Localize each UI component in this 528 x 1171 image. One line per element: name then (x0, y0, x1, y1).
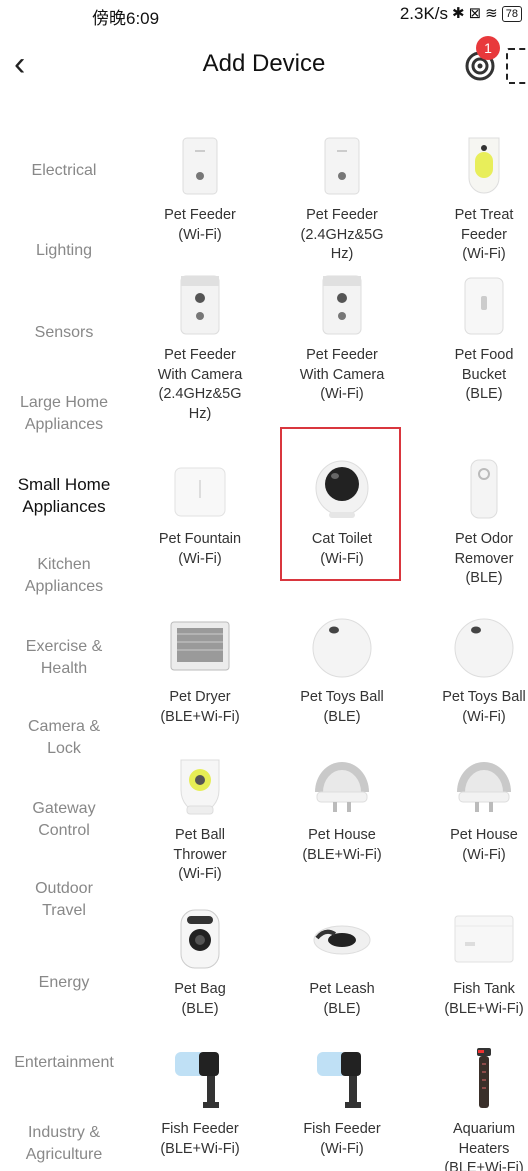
odor-remover-icon (449, 454, 519, 524)
toy-ball-icon (449, 612, 519, 682)
sidebar-item[interactable]: Small Home Appliances (0, 474, 128, 518)
device-label: Pet Treat Feeder (Wi-Fi) (454, 207, 514, 262)
sidebar-item[interactable]: Gateway Control (0, 798, 128, 842)
pet-treat-feeder-icon (449, 130, 519, 200)
battery-icon: 78 (501, 6, 522, 22)
pet-dryer-icon (165, 612, 235, 682)
sidebar-item[interactable]: Large Home Appliances (0, 392, 128, 436)
aquarium-heater-icon (449, 1044, 519, 1114)
device-label: Pet Dryer (BLE+Wi-Fi) (160, 689, 240, 725)
device-card-pet-feeder[interactable]: Pet Feeder (2.4GHz&5G Hz) (272, 130, 412, 265)
status-icons: 2.3K/s ✱ ⊠ ≋ 78 (400, 4, 522, 24)
device-card-pet-house[interactable]: Pet House (Wi-Fi) (414, 750, 528, 865)
device-card-pet-leash[interactable]: Pet Leash (BLE) (272, 904, 412, 1019)
pet-feeder-camera-icon (165, 270, 235, 340)
device-card-pet-feeder-camera[interactable]: Pet Feeder With Camera (Wi-Fi) (272, 270, 412, 405)
device-label: Pet Feeder (2.4GHz&5G Hz) (300, 207, 384, 262)
bluetooth-icon: ✱ (452, 5, 465, 22)
device-label: Fish Tank (BLE+Wi-Fi) (444, 981, 524, 1017)
pet-leash-icon (307, 904, 377, 974)
status-bar: 傍晚6:09 2.3K/s ✱ ⊠ ≋ 78 (0, 0, 528, 30)
fish-feeder-icon (307, 1044, 377, 1114)
sidebar-item[interactable]: Outdoor Travel (0, 878, 128, 922)
device-card-toy-ball[interactable]: Pet Toys Ball (Wi-Fi) (414, 612, 528, 727)
notification-badge: 1 (476, 36, 500, 60)
device-card-fish-tank[interactable]: Fish Tank (BLE+Wi-Fi) (414, 904, 528, 1019)
pet-feeder-camera-icon (307, 270, 377, 340)
pet-feeder-icon (165, 130, 235, 200)
device-card-pet-feeder[interactable]: Pet Feeder (Wi-Fi) (130, 130, 270, 245)
device-label: Pet Fountain (Wi-Fi) (158, 531, 242, 567)
sidebar-item[interactable]: Electrical (0, 160, 128, 182)
device-label: Pet Leash (BLE) (309, 981, 375, 1017)
scan-qr-button[interactable] (506, 48, 528, 84)
sidebar-item[interactable]: Entertainment (0, 1052, 128, 1074)
sidebar-item[interactable]: Kitchen Appliances (0, 554, 128, 598)
header-actions: 1 (462, 36, 528, 84)
fish-tank-icon (449, 904, 519, 974)
device-label: Fish Feeder (BLE+Wi-Fi) (160, 1121, 240, 1157)
device-card-pet-bag[interactable]: Pet Bag (BLE) (130, 904, 270, 1019)
device-label: Pet Food Bucket (BLE) (454, 347, 514, 402)
pet-fountain-icon (165, 454, 235, 524)
device-label: Pet Toys Ball (BLE) (300, 689, 384, 725)
sidebar-item[interactable]: Energy (0, 972, 128, 994)
fish-feeder-icon (165, 1044, 235, 1114)
device-card-pet-dryer[interactable]: Pet Dryer (BLE+Wi-Fi) (130, 612, 270, 727)
sidebar-item[interactable]: Sensors (0, 322, 128, 344)
pet-house-icon (449, 750, 519, 820)
sidebar-item[interactable]: Exercise & Health (0, 636, 128, 680)
nearby-scan-button[interactable]: 1 (462, 36, 500, 82)
device-card-fish-feeder[interactable]: Fish Feeder (BLE+Wi-Fi) (130, 1044, 270, 1159)
wifi-icon: ≋ (485, 5, 498, 22)
pet-house-icon (307, 750, 377, 820)
network-speed: 2.3K/s (399, 4, 449, 23)
sidebar-item[interactable]: Industry & Agriculture (0, 1122, 128, 1166)
food-bucket-icon (449, 270, 519, 340)
pet-feeder-icon (307, 130, 377, 200)
device-card-fish-feeder[interactable]: Fish Feeder (Wi-Fi) (272, 1044, 412, 1159)
device-label: Pet House (BLE+Wi-Fi) (302, 827, 382, 863)
device-card-toy-ball[interactable]: Pet Toys Ball (BLE) (272, 612, 412, 727)
device-label: Aquarium Heaters (BLE+Wi-Fi) (444, 1121, 524, 1171)
device-card-pet-treat-feeder[interactable]: Pet Treat Feeder (Wi-Fi) (414, 130, 528, 265)
sim-icon: ⊠ (468, 5, 482, 22)
device-label: Pet Odor Remover (BLE) (454, 531, 514, 586)
selection-highlight (280, 427, 401, 581)
device-label: Pet Feeder With Camera (Wi-Fi) (299, 347, 385, 402)
device-card-aquarium-heater[interactable]: Aquarium Heaters (BLE+Wi-Fi) (414, 1044, 528, 1171)
device-card-pet-fountain[interactable]: Pet Fountain (Wi-Fi) (130, 454, 270, 569)
page-title: Add Device (202, 50, 326, 77)
device-label: Pet Bag (BLE) (174, 981, 226, 1017)
device-card-pet-feeder-camera[interactable]: Pet Feeder With Camera (2.4GHz&5G Hz) (130, 270, 270, 424)
ball-thrower-icon (165, 750, 235, 820)
device-card-odor-remover[interactable]: Pet Odor Remover (BLE) (414, 454, 528, 589)
pet-bag-icon (165, 904, 235, 974)
device-label: Pet House (Wi-Fi) (450, 827, 518, 863)
status-time: 傍晚6:09 (92, 9, 160, 28)
app-header: ‹ Add Device 1 (0, 36, 528, 88)
device-label: Pet Feeder (Wi-Fi) (164, 207, 236, 243)
toy-ball-icon (307, 612, 377, 682)
device-label: Pet Toys Ball (Wi-Fi) (442, 689, 526, 725)
sidebar-item[interactable]: Camera & Lock (0, 716, 128, 760)
device-card-ball-thrower[interactable]: Pet Ball Thrower (Wi-Fi) (130, 750, 270, 885)
sidebar-item[interactable]: Lighting (0, 240, 128, 262)
device-card-pet-house[interactable]: Pet House (BLE+Wi-Fi) (272, 750, 412, 865)
device-label: Pet Ball Thrower (Wi-Fi) (173, 827, 227, 882)
device-label: Pet Feeder With Camera (2.4GHz&5G Hz) (157, 347, 243, 422)
device-card-food-bucket[interactable]: Pet Food Bucket (BLE) (414, 270, 528, 405)
device-label: Fish Feeder (Wi-Fi) (303, 1121, 381, 1157)
